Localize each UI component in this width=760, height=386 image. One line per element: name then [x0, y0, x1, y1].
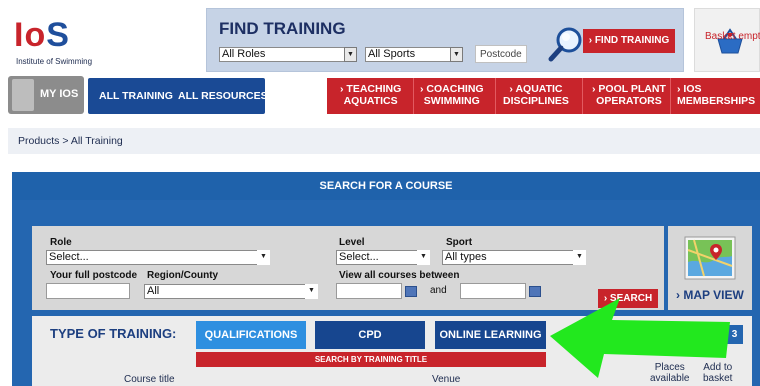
sports-select[interactable]: All Sports ▼ [365, 47, 463, 62]
magnifier-icon [548, 27, 582, 62]
nav-ios-memberships[interactable]: › IOS MEMBERSHIPS [677, 83, 755, 107]
search-header: SEARCH FOR A COURSE [12, 172, 760, 200]
search-by-title-button[interactable]: SEARCH BY TRAINING TITLE [196, 352, 546, 367]
breadcrumb-text[interactable]: Products > All Training [18, 135, 123, 147]
category-nav: › TEACHING AQUATICS › COACHING SWIMMING … [327, 78, 760, 114]
date-from-input[interactable] [336, 283, 402, 299]
page-2-button[interactable]: 2 [707, 325, 724, 344]
sport-select[interactable]: All types ▼ [442, 250, 586, 265]
map-view-button[interactable]: › MAP VIEW [668, 226, 752, 310]
level-label: Level [339, 237, 365, 248]
find-training-title: FIND TRAINING [219, 19, 346, 38]
roles-select[interactable]: All Roles ▼ [219, 47, 357, 62]
and-label: and [430, 285, 447, 296]
postcode-input[interactable]: Postcode [475, 45, 527, 63]
postcode-label: Your full postcode [50, 270, 138, 281]
nav-divider [495, 78, 496, 114]
nav-all-resources[interactable]: ALL RESOURCES [178, 90, 268, 102]
col-places-available: Places available [650, 362, 690, 384]
tab-cpd[interactable]: CPD [315, 321, 425, 349]
primary-nav: ALL TRAINING ALL RESOURCES [88, 78, 268, 114]
search-form: Role Select... ▼ Level Select... ▼ Sport… [32, 226, 664, 310]
my-ios-button[interactable]: MY IOS [8, 76, 84, 114]
page-indicator: E 1 OF 51 [626, 328, 672, 339]
logo-subtitle: Institute of Swimming [16, 57, 93, 66]
chevron-down-icon: ▼ [573, 250, 586, 265]
my-ios-label: MY IOS [40, 88, 79, 100]
sport-label: Sport [446, 237, 473, 248]
basket-status: Basket empty [705, 31, 760, 42]
sports-select-value: All Sports [368, 48, 416, 60]
nav-divider [413, 78, 414, 114]
nav-coaching-swimming[interactable]: › COACHING SWIMMING [420, 83, 484, 107]
basket-widget[interactable]: Basket empty [694, 8, 760, 72]
nav-pool-plant-operators[interactable]: › POOL PLANT OPERATORS [592, 83, 666, 107]
date-range-label: View all courses between [339, 270, 460, 281]
find-training-button[interactable]: › FIND TRAINING [583, 29, 675, 53]
chevron-down-icon: ▼ [344, 47, 357, 62]
tab-online-learning[interactable]: ONLINE LEARNING [435, 321, 546, 349]
chevron-down-icon: ▼ [417, 250, 430, 265]
logo-mark: IoS [14, 16, 70, 54]
avatar-icon [12, 79, 34, 111]
region-label: Region/County [147, 270, 219, 281]
date-to-input[interactable] [460, 283, 526, 299]
full-postcode-input[interactable] [46, 283, 130, 299]
nav-all-training[interactable]: ALL TRAINING [99, 90, 173, 102]
region-select-value: All [147, 285, 160, 297]
ios-logo[interactable]: IoS Institute of Swimming [14, 16, 104, 68]
roles-select-value: All Roles [222, 48, 266, 60]
level-select[interactable]: Select... ▼ [336, 250, 430, 265]
map-icon [684, 236, 736, 280]
calendar-icon[interactable] [405, 286, 417, 297]
nav-aquatic-disciplines[interactable]: › AQUATIC DISCIPLINES [503, 83, 569, 107]
role-select[interactable]: Select... ▼ [46, 250, 270, 265]
col-venue: Venue [432, 374, 461, 385]
map-view-label: › MAP VIEW [676, 288, 744, 302]
role-select-value: Select... [49, 251, 89, 263]
chevron-down-icon: ▼ [450, 47, 463, 62]
training-type-label: TYPE OF TRAINING: [50, 326, 177, 341]
nav-teaching-aquatics[interactable]: › TEACHING AQUATICS [340, 83, 401, 107]
role-label: Role [50, 237, 72, 248]
region-select[interactable]: All ▼ [144, 284, 318, 299]
tab-qualifications[interactable]: QUALIFICATIONS [196, 321, 306, 349]
sport-select-value: All types [445, 251, 487, 263]
chevron-down-icon: ▼ [305, 284, 318, 299]
nav-divider [582, 78, 583, 114]
breadcrumb: Products > All Training [8, 128, 760, 154]
search-button[interactable]: › SEARCH [598, 289, 658, 308]
page-1-button[interactable]: 1 [688, 325, 705, 344]
chevron-down-icon: ▼ [257, 250, 270, 265]
level-select-value: Select... [339, 251, 379, 263]
col-add-to-basket: Add to basket [703, 362, 733, 384]
col-course-title: Course title [124, 374, 175, 385]
nav-divider [670, 78, 671, 114]
page-3-button[interactable]: 3 [726, 325, 743, 344]
find-training-panel: FIND TRAINING All Roles ▼ All Sports ▼ P… [206, 8, 684, 72]
calendar-icon[interactable] [529, 286, 541, 297]
